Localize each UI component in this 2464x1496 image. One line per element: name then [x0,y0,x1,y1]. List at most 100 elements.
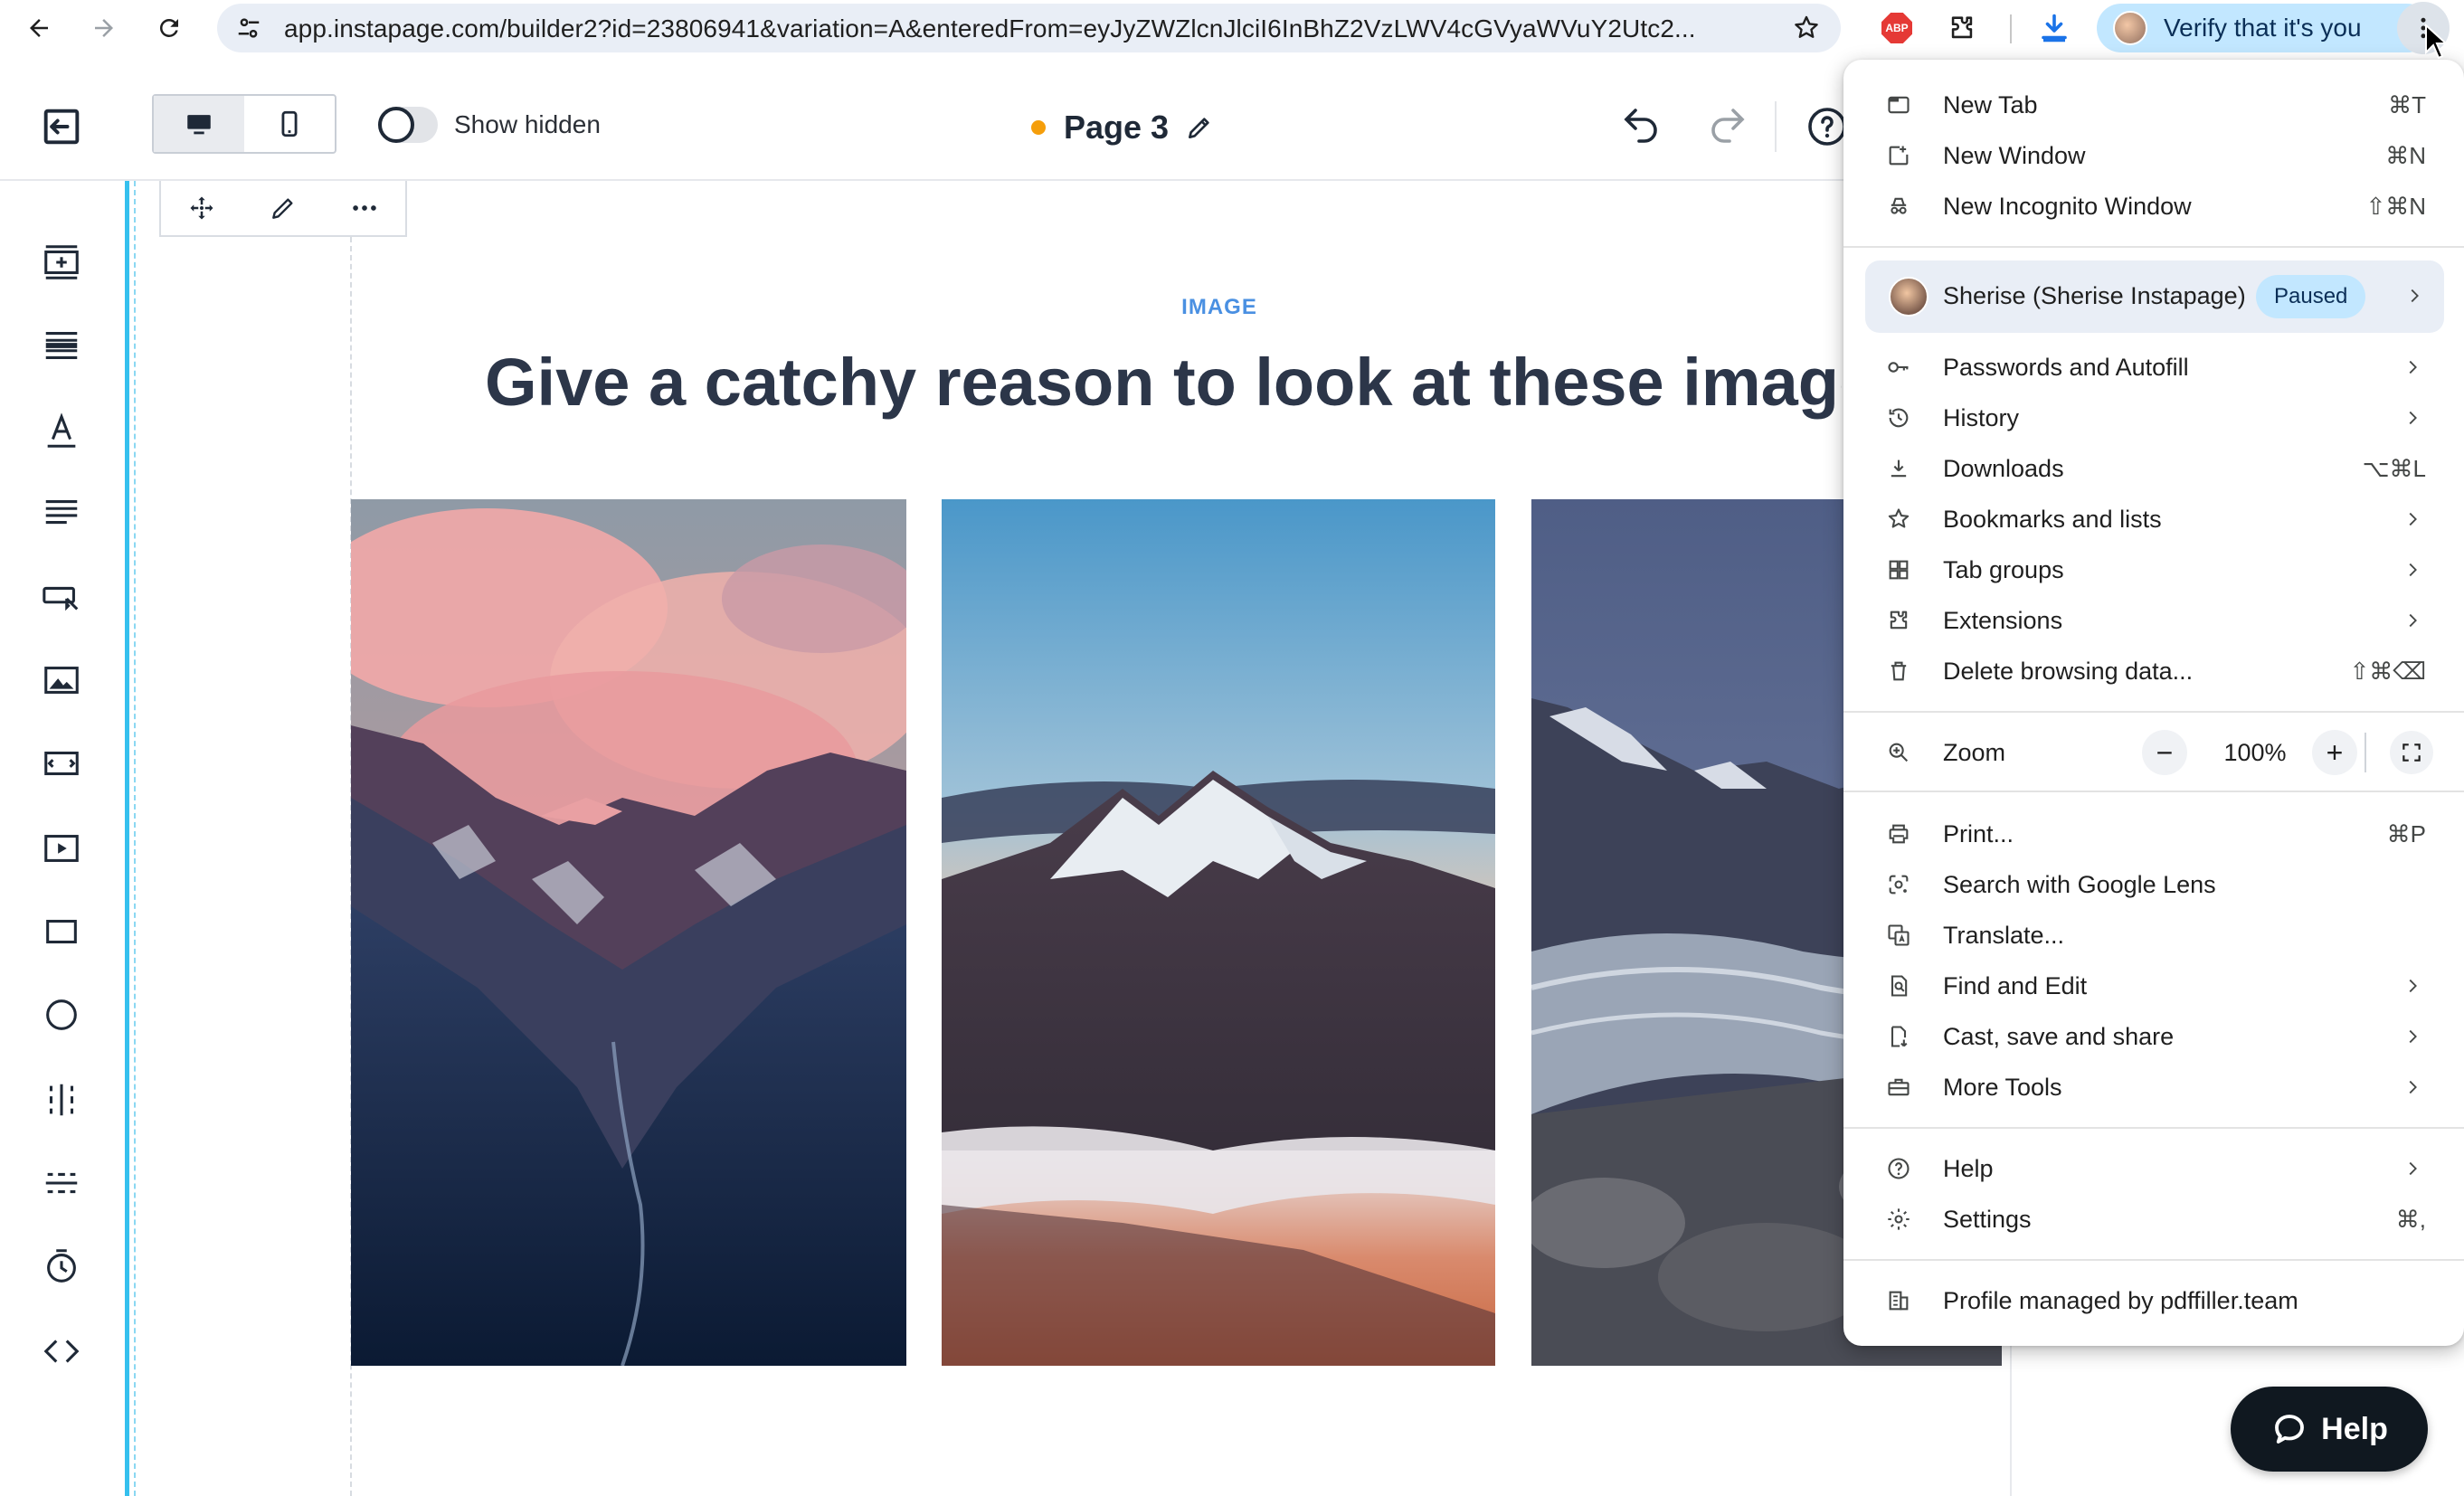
menu-label: Profile managed by pdffiller.team [1943,1286,2298,1314]
menu-item-translate[interactable]: Translate... [1843,910,2464,961]
verify-profile-button[interactable]: Verify that it's you [2097,4,2431,52]
move-icon[interactable] [184,190,220,226]
extensions-icon [1885,607,1912,634]
site-settings-icon[interactable] [235,14,262,42]
undo-icon[interactable] [1619,105,1663,148]
menu-item-find-edit[interactable]: Find and Edit [1843,961,2464,1011]
menu-shortcut: ⌘P [2386,819,2426,847]
heading-text-icon[interactable] [38,407,85,454]
horizontal-divider-icon[interactable] [38,1160,85,1207]
show-hidden-toggle[interactable] [378,107,438,143]
address-bar[interactable]: app.instapage.com/builder2?id=23806941&v… [217,4,1841,52]
image-element-icon[interactable] [38,657,85,704]
menu-item-tab-groups[interactable]: Tab groups [1843,544,2464,595]
vertical-divider-icon[interactable] [38,1076,85,1123]
menu-item-more-tools[interactable]: More Tools [1843,1062,2464,1113]
menu-label: Cast, save and share [1943,1022,2175,1050]
menu-label: New Incognito Window [1943,192,2192,220]
back-icon[interactable] [20,9,58,47]
menu-item-downloads[interactable]: Downloads ⌥⌘L [1843,443,2464,494]
menu-item-extensions[interactable]: Extensions [1843,595,2464,646]
block-toolbar [159,181,407,237]
menu-profile-row[interactable]: Sherise (Sherise Instapage) Paused [1865,260,2444,333]
toolbox-icon [1885,1074,1912,1101]
incognito-icon [1885,193,1912,220]
reload-icon[interactable] [150,9,188,47]
chevron-right-icon [2409,1161,2417,1176]
menu-item-new-window[interactable]: New Window ⌘N [1843,130,2464,181]
blocks-icon[interactable] [38,322,85,369]
show-hidden-control: Show hidden [378,107,601,143]
verify-label: Verify that it's you [2164,14,2362,42]
menu-item-managed-profile[interactable]: Profile managed by pdffiller.team [1843,1275,2464,1326]
menu-item-google-lens[interactable]: Search with Google Lens [1843,859,2464,910]
mobile-view-button[interactable] [244,96,335,152]
page-title: Page 3 [1064,109,1170,146]
toolbar-divider [2010,14,2012,43]
menu-item-settings[interactable]: Settings ⌘, [1843,1194,2464,1245]
exit-builder-icon[interactable] [38,103,85,150]
desktop-icon [187,115,211,135]
building-icon [1885,1287,1912,1314]
chevron-right-icon [2409,979,2417,993]
find-icon [1885,972,1912,999]
menu-item-help[interactable]: Help [1843,1143,2464,1194]
zoom-in-button[interactable]: + [2312,730,2357,775]
chevron-right-icon [2409,613,2417,628]
help-label: Help [2321,1411,2388,1446]
menu-item-print[interactable]: Print... ⌘P [1843,809,2464,859]
menu-item-delete-data[interactable]: Delete browsing data... ⇧⌘⌫ [1843,646,2464,696]
help-chat-button[interactable]: Help [2231,1387,2428,1472]
gallery-image-1[interactable] [351,499,906,1366]
carousel-icon[interactable] [38,740,85,787]
circle-shape-icon[interactable] [38,991,85,1038]
menu-item-new-incognito[interactable]: New Incognito Window ⇧⌘N [1843,181,2464,232]
zoom-icon [1885,739,1912,766]
code-icon[interactable] [38,1328,85,1375]
menu-label: Help [1943,1154,1994,1182]
question-icon[interactable] [1805,105,1849,148]
menu-item-new-tab[interactable]: New Tab ⌘T [1843,80,2464,130]
section-headline[interactable]: Give a catchy reason to look at these im… [485,344,1842,421]
add-section-icon[interactable] [38,239,85,286]
menu-label: Settings [1943,1205,2032,1233]
download-icon [1885,455,1912,482]
bookmark-star-icon[interactable] [1792,14,1821,43]
more-horizontal-icon[interactable] [346,190,383,226]
show-hidden-label: Show hidden [454,110,601,138]
fullscreen-icon[interactable] [2390,731,2433,774]
menu-item-bookmarks[interactable]: Bookmarks and lists [1843,494,2464,544]
paragraph-icon[interactable] [38,490,85,537]
video-icon[interactable] [38,825,85,872]
download-icon[interactable] [2037,11,2071,45]
menu-item-passwords[interactable]: Passwords and Autofill [1843,342,2464,393]
menu-divider [1843,1259,2464,1261]
forward-icon[interactable] [85,9,123,47]
box-icon[interactable] [38,908,85,955]
redo-icon[interactable] [1706,105,1749,148]
gallery-image-2[interactable] [942,499,1495,1366]
extensions-puzzle-icon[interactable] [1945,11,1979,45]
unsaved-status-dot [1031,120,1046,135]
menu-shortcut: ⌥⌘L [2362,454,2426,482]
section-selection-line [125,181,129,1496]
button-element-icon[interactable] [38,573,85,620]
key-icon [1885,354,1912,381]
pencil-icon[interactable] [1185,113,1214,142]
menu-shortcut: ⇧⌘⌫ [2349,657,2426,685]
menu-divider [1843,246,2464,248]
menu-item-history[interactable]: History [1843,393,2464,443]
url-text[interactable]: app.instapage.com/builder2?id=23806941&v… [284,14,1767,43]
chat-bubble-icon [2275,1415,2305,1444]
section-eyebrow[interactable]: IMAGE [1093,295,1346,320]
adblock-plus-icon[interactable]: ABP [1880,11,1914,45]
menu-shortcut: ⌘T [2388,90,2426,118]
menu-item-cast-save-share[interactable]: Cast, save and share [1843,1011,2464,1062]
settings-icon [1885,1206,1912,1233]
profile-avatar [1889,277,1929,317]
timer-icon[interactable] [38,1243,85,1290]
desktop-view-button[interactable] [154,96,244,152]
element-sidebar [0,181,125,1496]
zoom-out-button[interactable]: − [2142,730,2187,775]
edit-pencil-icon[interactable] [265,190,301,226]
